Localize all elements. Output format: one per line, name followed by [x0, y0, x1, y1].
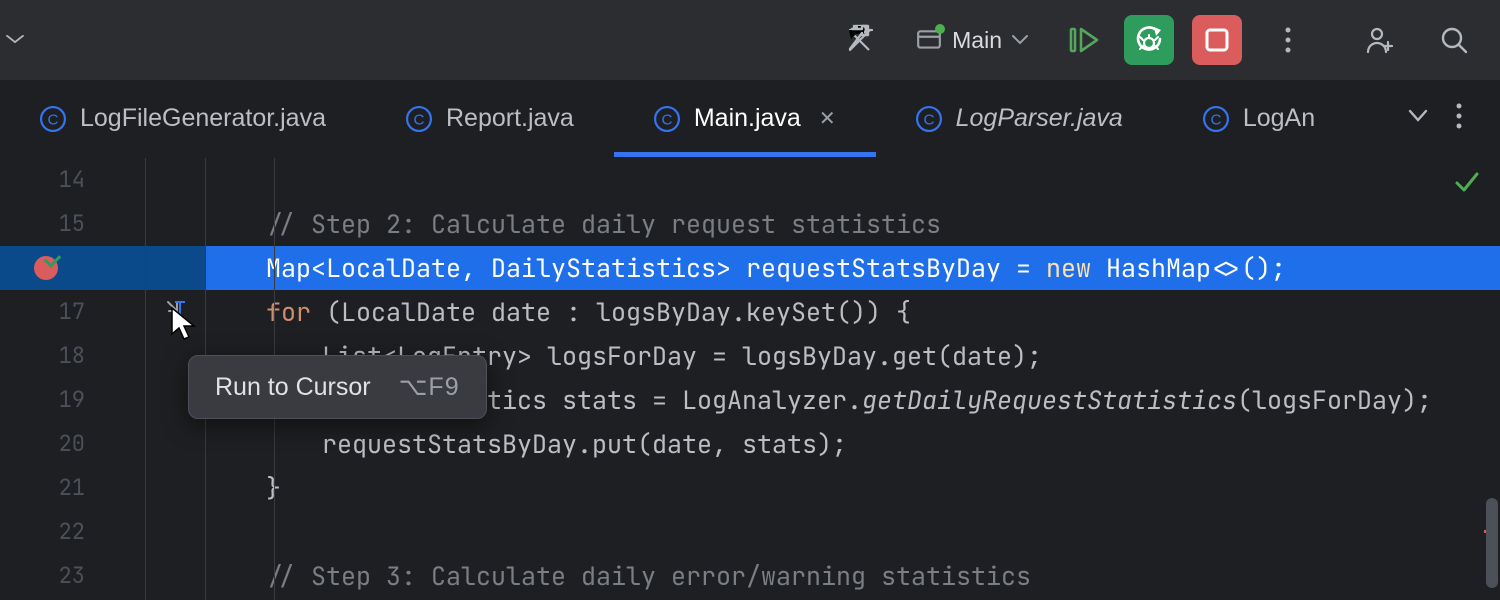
- line-number[interactable]: 23: [0, 554, 145, 598]
- run-to-cursor-icon[interactable]: [165, 290, 187, 334]
- line-number[interactable]: 17: [0, 290, 145, 334]
- svg-text:C: C: [923, 111, 934, 128]
- line-number[interactable]: 15: [0, 202, 145, 246]
- tab-label: Report.java: [446, 104, 574, 133]
- close-tab-icon[interactable]: ✕: [819, 106, 836, 131]
- tab-options-icon[interactable]: [1456, 103, 1462, 134]
- editor-tabstrip: C LogFileGenerator.java C Report.java C …: [0, 80, 1500, 158]
- code-line[interactable]: // Step 3: Calculate daily error/warning…: [206, 554, 1500, 598]
- tab-logparser[interactable]: C LogParser.java: [876, 80, 1163, 157]
- scrollbar-thumb[interactable]: [1486, 498, 1498, 588]
- tooltip-shortcut: ⌥F9: [399, 372, 460, 402]
- stop-button[interactable]: [1192, 15, 1242, 65]
- code-line[interactable]: requestStatsByDay.put(date, stats);: [206, 422, 1500, 466]
- line-number[interactable]: 22: [0, 510, 145, 554]
- tab-report[interactable]: C Report.java: [366, 80, 614, 157]
- java-class-icon: C: [916, 106, 942, 132]
- code-line[interactable]: [206, 158, 1500, 202]
- code-line[interactable]: for (LocalDate date : logsByDay.keySet()…: [206, 290, 1500, 334]
- line-number[interactable]: 20: [0, 422, 145, 466]
- svg-text:C: C: [1210, 111, 1221, 128]
- run-to-cursor-tooltip: Run to Cursor ⌥F9: [188, 355, 487, 419]
- tab-loganalyzer-truncated[interactable]: C LogAn: [1163, 80, 1325, 157]
- chevron-down-icon: [1012, 35, 1028, 45]
- main-toolbar: Main: [0, 0, 1500, 80]
- java-class-icon: C: [654, 106, 680, 132]
- tab-label: LogParser.java: [956, 104, 1123, 133]
- run-config-label: Main: [952, 27, 1002, 54]
- rerun-debug-button[interactable]: [1124, 15, 1174, 65]
- line-number[interactable]: [0, 246, 145, 290]
- svg-text:C: C: [48, 111, 59, 128]
- line-number[interactable]: 18: [0, 334, 145, 378]
- project-dropdown-caret[interactable]: [6, 34, 24, 45]
- more-actions-button[interactable]: [1266, 18, 1310, 62]
- code-with-me-icon[interactable]: [1358, 18, 1402, 62]
- line-number[interactable]: 14: [0, 158, 145, 202]
- run-config-icon: [916, 27, 942, 53]
- svg-text:C: C: [661, 111, 672, 128]
- svg-text:C: C: [414, 111, 425, 128]
- tab-logfilegenerator[interactable]: C LogFileGenerator.java: [0, 80, 366, 157]
- breakpoint-icon[interactable]: [34, 256, 58, 280]
- java-class-icon: C: [40, 106, 66, 132]
- code-line[interactable]: // Step 2: Calculate daily request stati…: [206, 202, 1500, 246]
- code-line[interactable]: [206, 510, 1500, 554]
- tab-label: LogAn: [1243, 104, 1315, 133]
- line-number[interactable]: 19: [0, 378, 145, 422]
- search-everywhere-icon[interactable]: [1432, 18, 1476, 62]
- tab-main[interactable]: C Main.java ✕: [614, 80, 876, 157]
- editor-vertical-scrollbar[interactable]: [1482, 158, 1500, 600]
- tab-overflow-chevron-icon[interactable]: [1408, 109, 1428, 128]
- tab-label: Main.java: [694, 104, 801, 133]
- tooltip-label: Run to Cursor: [215, 373, 371, 402]
- code-line[interactable]: Map<LocalDate, DailyStatistics> requestS…: [206, 246, 1500, 290]
- run-config-selector[interactable]: Main: [900, 18, 1044, 62]
- java-class-icon: C: [406, 106, 432, 132]
- inspection-ok-icon[interactable]: [1454, 164, 1480, 208]
- active-config-indicator: [935, 24, 945, 34]
- tab-label: LogFileGenerator.java: [80, 104, 326, 133]
- line-number-gutter[interactable]: 1415 17181920212223: [0, 158, 146, 600]
- line-number[interactable]: 21: [0, 466, 145, 510]
- build-icon[interactable]: [838, 18, 882, 62]
- code-line[interactable]: }: [206, 466, 1500, 510]
- resume-program-button[interactable]: [1062, 18, 1106, 62]
- java-class-icon: C: [1203, 106, 1229, 132]
